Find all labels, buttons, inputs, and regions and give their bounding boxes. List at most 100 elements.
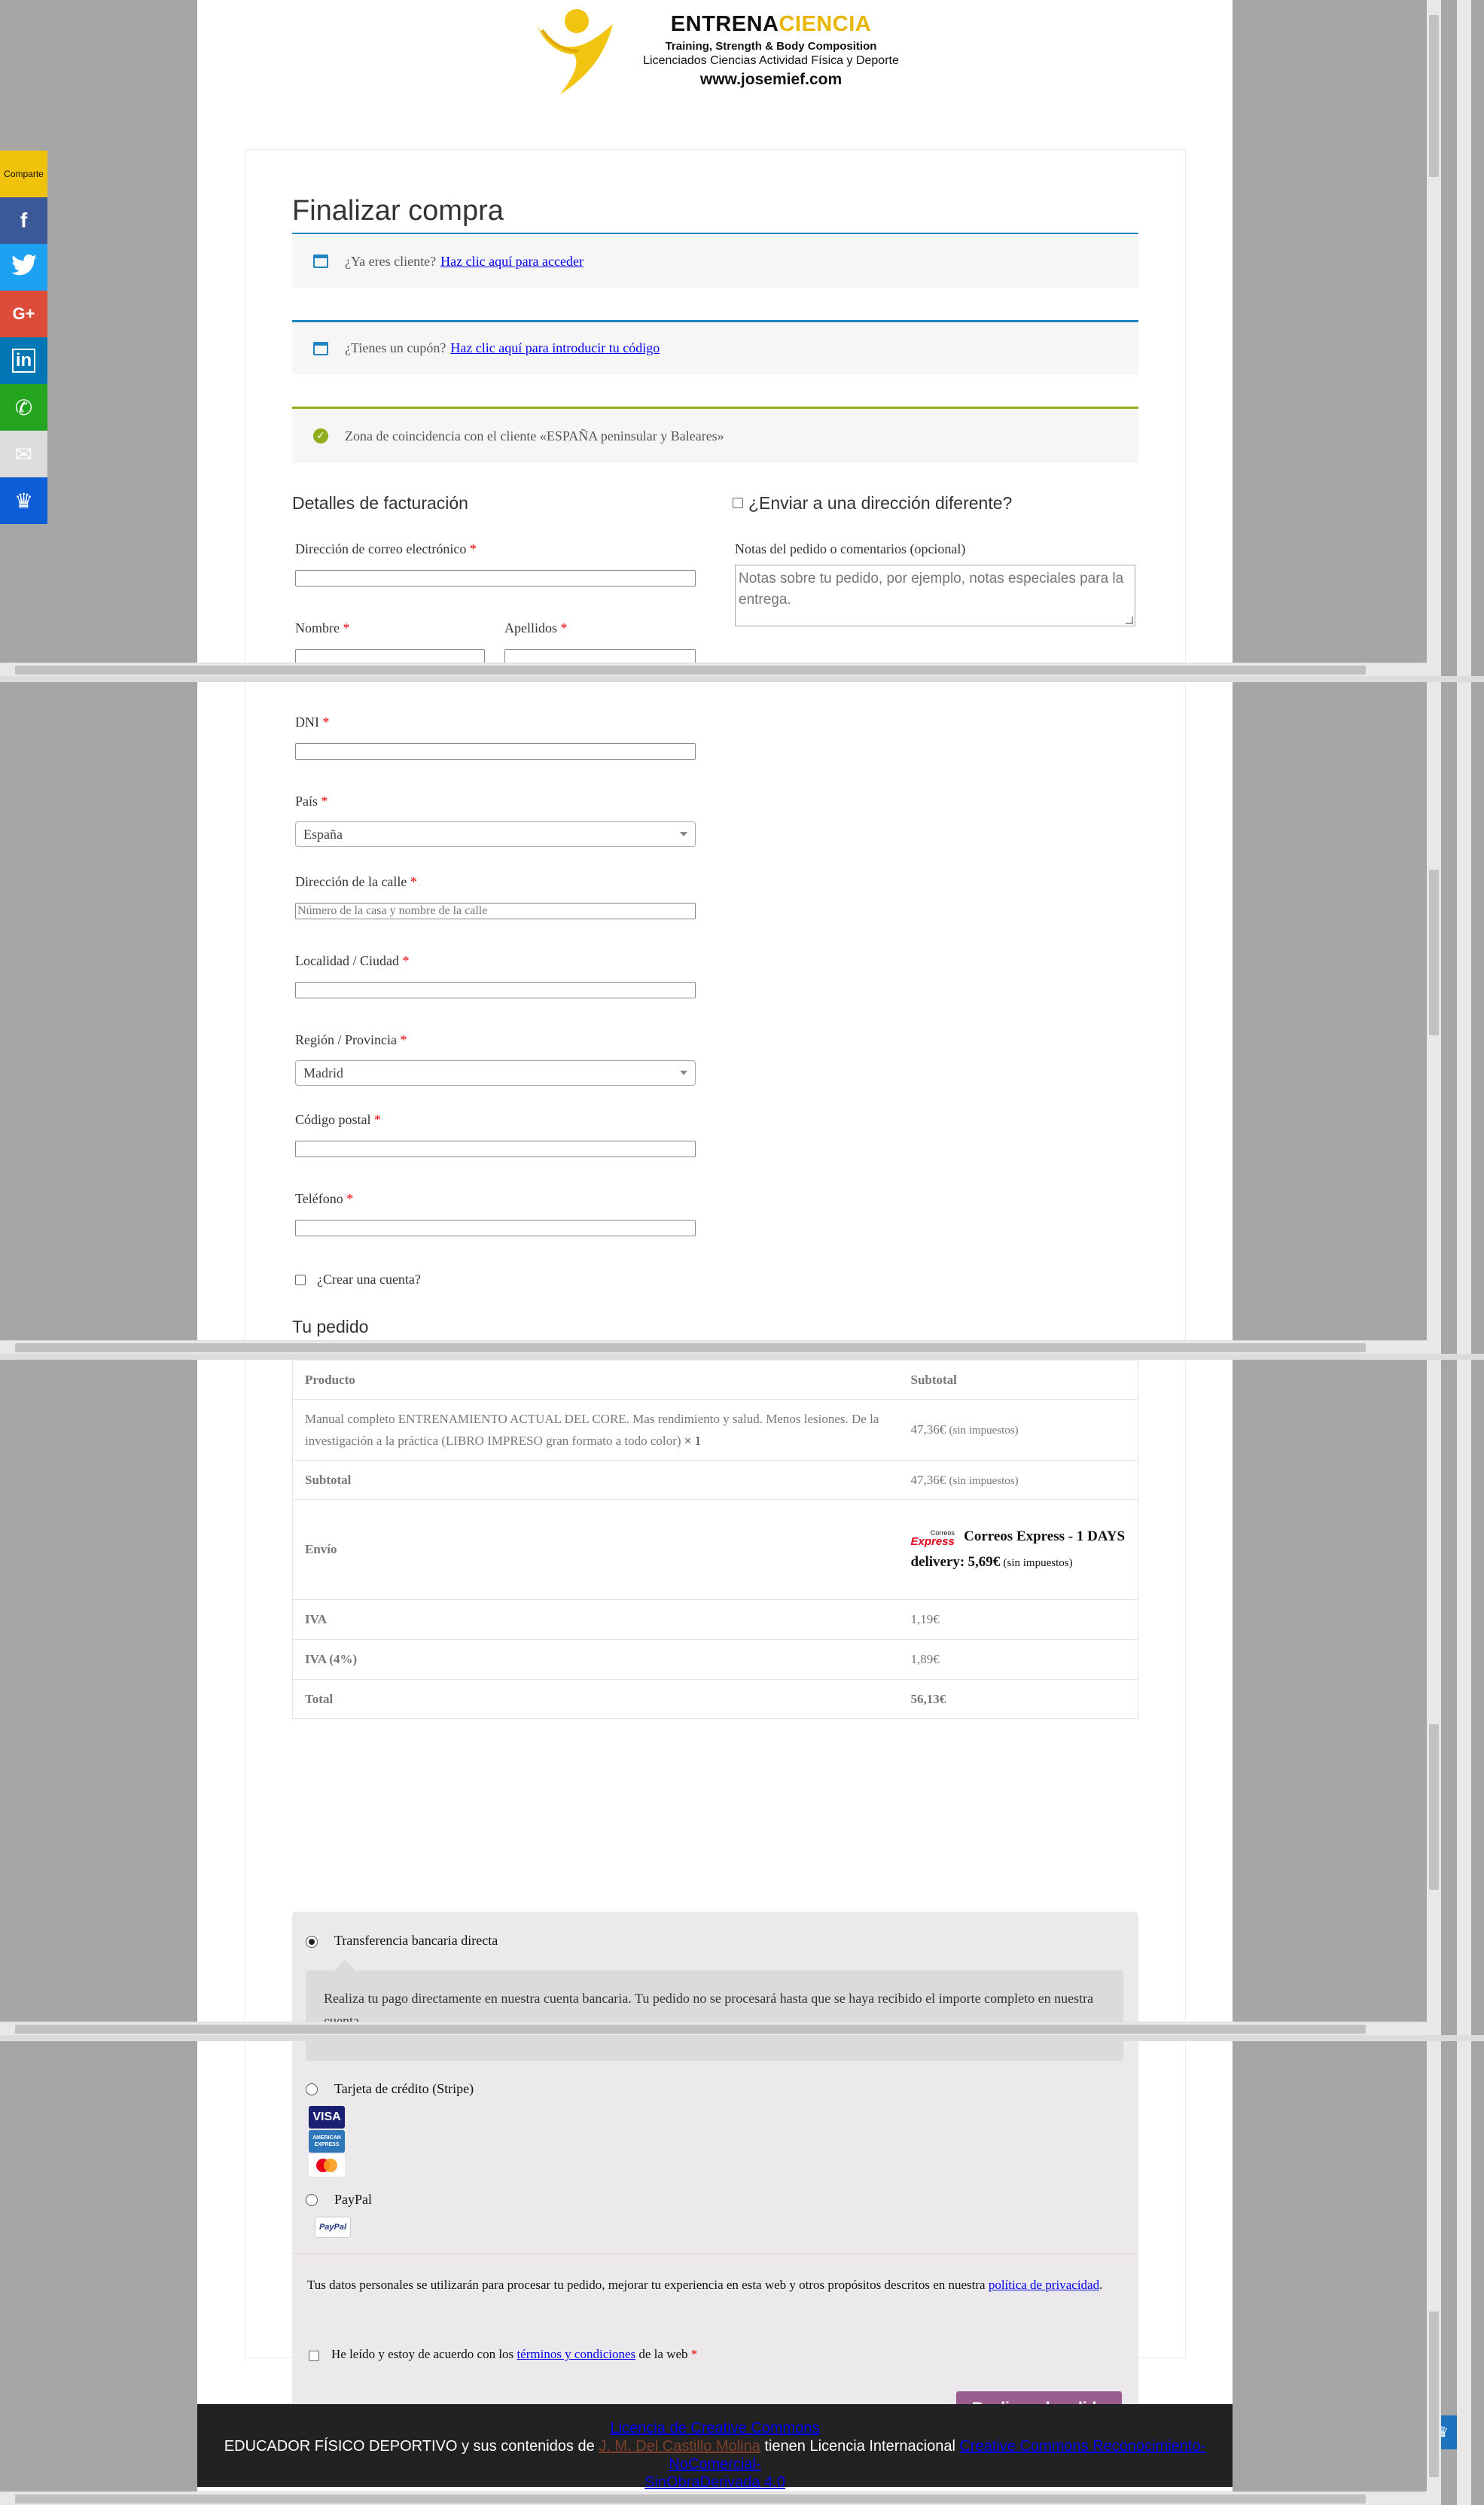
facebook-share-button[interactable]: f <box>0 197 47 244</box>
first-name-label: Nombre * <box>295 620 350 635</box>
coupon-link[interactable]: Haz clic aquí para introducir tu código <box>450 340 660 356</box>
region-select[interactable]: Madrid <box>295 1060 696 1086</box>
stripe-radio[interactable] <box>306 2083 318 2095</box>
scrollbar-thumb[interactable] <box>15 666 1366 675</box>
total-value: 56,13€ <box>898 1679 1138 1719</box>
scrollbar-thumb[interactable] <box>15 2025 1366 2034</box>
window-icon <box>313 341 328 355</box>
paypal-radio[interactable] <box>306 2194 318 2206</box>
phone-field[interactable] <box>295 1220 696 1236</box>
horizontal-scrollbar[interactable] <box>0 2022 1427 2035</box>
terms-checkbox[interactable] <box>309 2351 319 2361</box>
bank-transfer-description: Realiza tu pago directamente en nuestra … <box>306 1960 1123 2061</box>
col-product: Producto <box>305 1372 355 1387</box>
shipping-value: Correos Express Correos Express - 1 DAYS… <box>898 1499 1138 1600</box>
horizontal-scrollbar[interactable] <box>0 1340 1427 1354</box>
mastercard-icon <box>309 2154 345 2177</box>
privacy-link[interactable]: política de privacidad <box>989 2278 1099 2292</box>
phone-label: Teléfono * <box>295 1191 354 1206</box>
table-row: IVA (4%) 1,89€ <box>292 1639 1138 1680</box>
street-field[interactable]: Número de la casa y nombre de la calle <box>295 903 696 919</box>
email-label: Dirección de correo electrónico * <box>295 541 477 556</box>
brand-subtitle: Licenciados Ciencias Actividad Física y … <box>643 54 899 67</box>
sumome-share-button[interactable]: ♛ <box>0 477 47 524</box>
stripe-label: Tarjeta de crédito (Stripe) <box>334 2081 474 2096</box>
scrollbar-thumb[interactable] <box>1429 1724 1439 1890</box>
author-link[interactable]: J. M. Del Castillo Molina <box>599 2438 760 2455</box>
subtotal-label: Subtotal <box>292 1460 899 1500</box>
horizontal-scrollbar[interactable] <box>0 2491 1427 2505</box>
amex-icon: AMERICAN EXPRESS <box>309 2130 345 2153</box>
email-icon: ✉ <box>14 441 33 467</box>
order-heading: Tu pedido <box>292 1317 369 1336</box>
terms-link[interactable]: términos y condiciones <box>517 2347 635 2361</box>
email-field[interactable] <box>295 570 696 587</box>
zone-notice: ✓ Zona de coincidencia con el cliente «E… <box>292 407 1138 463</box>
login-link[interactable]: Haz clic aquí para acceder <box>440 254 584 270</box>
scrollbar-thumb[interactable] <box>1429 15 1439 177</box>
license-link-2[interactable]: SinObraDerivada 4.0 <box>644 2474 785 2491</box>
create-account-checkbox[interactable] <box>295 1275 306 1285</box>
facebook-icon: f <box>20 209 28 232</box>
share-label: Comparte <box>0 151 47 197</box>
coupon-notice: ¿Tienes un cupón? Haz clic aquí para int… <box>292 320 1138 374</box>
ship-different-label: ¿Enviar a una dirección diferente? <box>748 493 1013 513</box>
whatsapp-icon: ✆ <box>14 395 33 420</box>
iva-value: 1,19€ <box>898 1599 1138 1640</box>
bank-transfer-label: Transferencia bancaria directa <box>334 1933 498 1948</box>
create-account-label: ¿Crear una cuenta? <box>317 1272 421 1287</box>
country-select[interactable]: España <box>295 821 696 847</box>
order-notes-textarea[interactable]: Notas sobre tu pedido, por ejemplo, nota… <box>735 565 1135 626</box>
iva4-label: IVA (4%) <box>292 1639 899 1680</box>
chevron-down-icon <box>680 1071 687 1075</box>
ship-different-checkbox[interactable] <box>733 498 743 508</box>
subtotal-value: 47,36€ (sin impuestos) <box>898 1460 1138 1500</box>
brand-text: ENTRENACIENCIA Training, Strength & Body… <box>628 12 914 89</box>
footer-text: EDUCADOR FÍSICO DEPORTIVO y sus contenid… <box>224 2438 595 2455</box>
google-plus-share-button[interactable]: G+ <box>0 291 47 337</box>
visa-icon: VISA <box>309 2106 345 2129</box>
resize-handle-icon[interactable] <box>1126 617 1133 624</box>
horizontal-scrollbar[interactable] <box>0 663 1427 676</box>
iva4-value: 1,89€ <box>898 1639 1138 1680</box>
postcode-field[interactable] <box>295 1141 696 1157</box>
paypal-icon: PayPal <box>315 2217 351 2238</box>
whatsapp-share-button[interactable]: ✆ <box>0 384 47 431</box>
title-underline <box>292 233 1138 234</box>
footer-text-2: tienen Licencia Internacional <box>764 2438 955 2455</box>
scrollbar-thumb[interactable] <box>1429 2311 1439 2477</box>
zone-notice-text: Zona de coincidencia con el cliente «ESP… <box>345 428 724 443</box>
twitter-share-button[interactable] <box>0 244 47 291</box>
region-label: Región / Provincia * <box>295 1032 407 1047</box>
google-plus-icon: G+ <box>12 304 35 323</box>
dni-field[interactable] <box>295 743 696 760</box>
crown-icon: ♛ <box>14 488 34 513</box>
last-name-label: Apellidos * <box>504 620 568 635</box>
city-field[interactable] <box>295 982 696 998</box>
correos-express-logo: Correos Express <box>910 1528 955 1548</box>
order-notes-label: Notas del pedido o comentarios (opcional… <box>735 541 966 556</box>
scrollbar-thumb[interactable] <box>15 2494 1366 2503</box>
linkedin-share-button[interactable]: in <box>0 337 47 384</box>
login-notice: ¿Ya eres cliente? Haz clic aquí para acc… <box>292 235 1138 288</box>
segment-separator <box>0 2035 1484 2041</box>
scrollbar-thumb[interactable] <box>1429 870 1439 1035</box>
scrollbar-thumb[interactable] <box>15 1343 1366 1352</box>
terms-label: He leído y estoy de acuerdo con los térm… <box>331 2347 698 2361</box>
outer-scrollbar[interactable] <box>1457 0 1471 2505</box>
billing-heading: Detalles de facturación <box>292 493 468 513</box>
bank-transfer-radio[interactable] <box>306 1936 318 1948</box>
table-row: Envío Correos Express Correos Express - … <box>292 1499 1138 1600</box>
chevron-down-icon <box>680 832 687 837</box>
site-logo[interactable]: ENTRENACIENCIA Training, Strength & Body… <box>530 8 907 98</box>
email-share-button[interactable]: ✉ <box>0 431 47 477</box>
col-subtotal: Subtotal <box>910 1372 957 1387</box>
check-circle-icon: ✓ <box>313 428 328 443</box>
paypal-label: PayPal <box>334 2192 373 2207</box>
brand-name: ENTRENACIENCIA <box>670 12 872 36</box>
iva-label: IVA <box>292 1599 899 1640</box>
cc-license-link[interactable]: Licencia de Creative Commons <box>611 2420 820 2436</box>
brand-tagline: Training, Strength & Body Composition <box>665 40 877 53</box>
twitter-icon <box>11 254 37 281</box>
vertical-scrollbar[interactable] <box>1427 0 1441 2505</box>
